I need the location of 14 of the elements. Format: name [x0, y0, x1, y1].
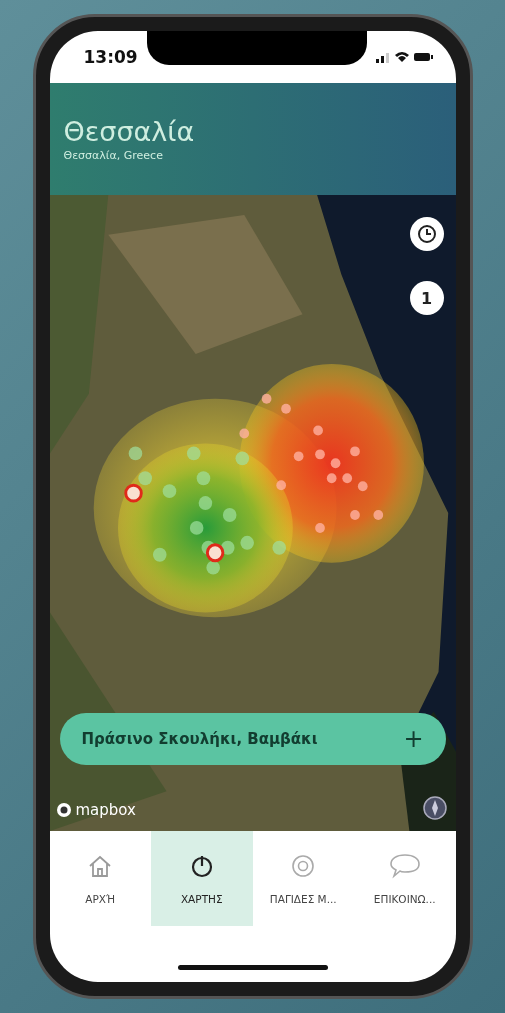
region-subtitle: Θεσσαλία, Greece — [63, 148, 164, 162]
region-title: Θεσσαλία — [63, 116, 196, 149]
status-time: 13:09 — [83, 47, 138, 67]
map-attribution: mapbox — [75, 801, 136, 819]
mapbox-logo-icon — [55, 802, 72, 818]
highlighted-point — [205, 543, 224, 563]
filter-chip[interactable]: Πράσινο Σκουλήκι, Βαμβάκι + — [59, 713, 446, 765]
target-icon — [290, 852, 317, 879]
speech-bubble-icon — [388, 852, 421, 879]
clock-icon — [416, 224, 437, 244]
compass-icon[interactable] — [421, 795, 448, 821]
nav-tab[interactable]: ΧΑΡΤΗΣ — [151, 831, 253, 926]
highlighted-point — [123, 483, 143, 503]
status-icons — [375, 50, 434, 64]
